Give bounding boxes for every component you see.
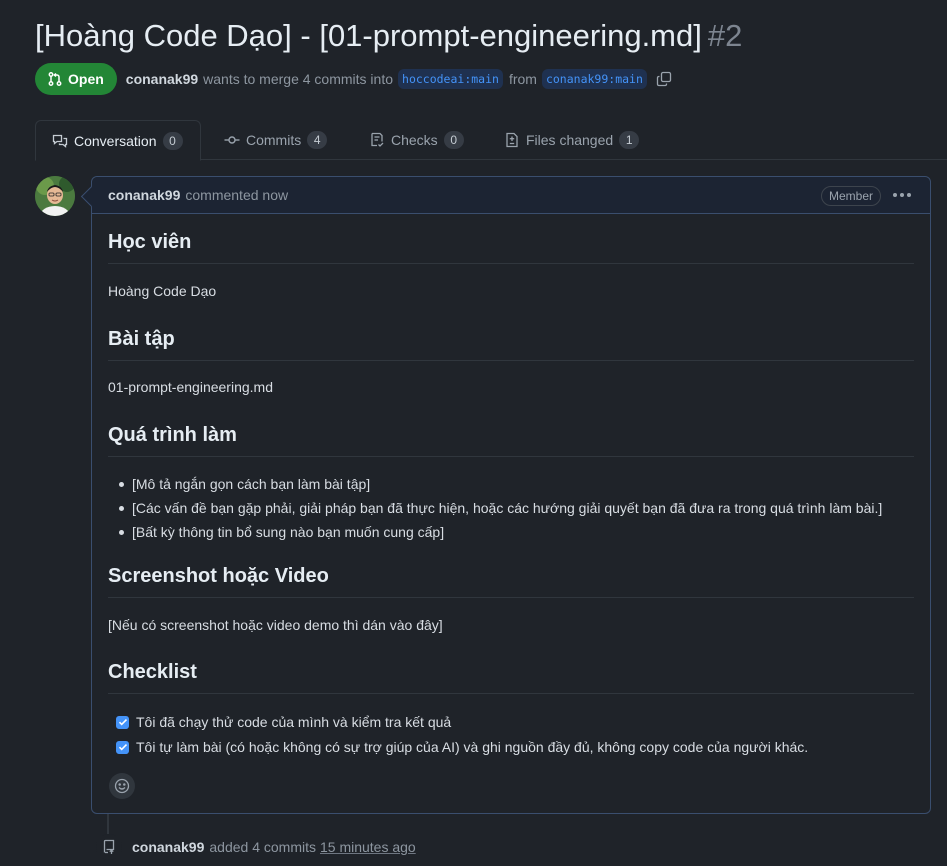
merge-text: wants to merge 4 commits into	[203, 71, 394, 87]
repo-push-icon	[96, 834, 122, 860]
avatar[interactable]	[35, 176, 75, 216]
git-commit-icon	[224, 136, 240, 144]
process-heading: Quá trình làm	[108, 423, 914, 457]
comment-action: commented now	[185, 187, 289, 203]
checklist-icon	[371, 132, 384, 147]
task-item: Tôi tự làm bài (có hoặc không có sự trợ …	[108, 737, 914, 757]
check-icon	[118, 719, 127, 726]
event-time-link[interactable]: 15 minutes ago	[320, 839, 416, 855]
copy-icon[interactable]	[656, 71, 672, 87]
list-item: [Mô tả ngắn gọn cách bạn làm bài tập]	[108, 474, 914, 494]
screenshot-heading: Screenshot hoặc Video	[108, 564, 914, 598]
task-item: Tôi đã chạy thử code của mình và kiểm tr…	[108, 712, 914, 732]
from-text: from	[508, 71, 537, 87]
pr-title: [Hoàng Code Dạo] - [01-prompt-engineerin…	[35, 14, 742, 58]
tab-checks[interactable]: Checks 0	[369, 120, 464, 160]
tab-counter: 0	[443, 131, 464, 149]
tab-label: Checks	[391, 132, 438, 148]
timeline-line	[107, 814, 109, 834]
tab-counter: 1	[619, 131, 640, 149]
task-label: Tôi đã chạy thử code của mình và kiểm tr…	[136, 714, 452, 730]
comment-box: conanak99 commented now Member Học viên …	[91, 176, 931, 814]
exercise-heading: Bài tập	[108, 327, 914, 361]
task-checkbox[interactable]	[116, 715, 129, 729]
tab-files-changed[interactable]: Files changed 1	[504, 120, 640, 160]
pr-title-text: [Hoàng Code Dạo] - [01-prompt-engineerin…	[35, 18, 702, 53]
comment-header: conanak99 commented now Member	[92, 177, 930, 214]
smiley-icon	[114, 778, 130, 794]
base-branch[interactable]: hoccodeai:main	[398, 69, 503, 89]
tab-label: Commits	[246, 132, 302, 148]
task-checkbox[interactable]	[116, 740, 129, 754]
pr-number: #2	[707, 18, 743, 53]
kebab-menu-icon[interactable]	[893, 186, 911, 204]
tab-counter: 0	[162, 131, 183, 150]
pr-tabs: Conversation 0 Commits 4 Checks 0 Files …	[35, 120, 947, 161]
pr-meta: Open conanak99 wants to merge 4 commits …	[35, 63, 672, 95]
process-list: [Mô tả ngắn gọn cách bạn làm bài tập] [C…	[108, 474, 914, 542]
comment-discussion-icon	[52, 134, 68, 148]
student-name: Hoàng Code Dạo	[108, 283, 217, 299]
tab-counter: 4	[307, 131, 328, 149]
list-item: [Bất kỳ thông tin bổ sung nào bạn muốn c…	[108, 522, 914, 542]
comment-author-link[interactable]: conanak99	[108, 187, 180, 203]
task-label: Tôi tự làm bài (có hoặc không có sự trợ …	[136, 739, 809, 755]
state-badge: Open	[35, 63, 117, 95]
screenshot-text: [Nếu có screenshot hoặc video demo thì d…	[108, 617, 443, 633]
tab-label: Conversation	[74, 132, 157, 149]
timeline-event: conanak99 added 4 commits 15 minutes ago	[96, 834, 416, 860]
student-heading: Học viên	[108, 230, 914, 264]
git-pull-request-icon	[48, 72, 62, 86]
checklist-heading: Checklist	[108, 660, 914, 694]
exercise-file: 01-prompt-engineering.md	[108, 379, 273, 395]
add-reaction-button[interactable]	[109, 773, 135, 799]
event-author-link[interactable]: conanak99	[132, 839, 204, 855]
tab-label: Files changed	[526, 132, 614, 148]
state-label: Open	[68, 71, 104, 87]
pr-author-link[interactable]: conanak99	[126, 71, 198, 87]
tab-commits[interactable]: Commits 4	[224, 120, 328, 160]
list-item: [Các vấn đề bạn gặp phải, giải pháp bạn …	[108, 498, 914, 518]
file-diff-icon	[506, 132, 518, 148]
head-branch[interactable]: conanak99:main	[541, 69, 647, 89]
comment-body: Học viên Hoàng Code Dạo Bài tập 01-promp…	[92, 214, 930, 757]
tab-conversation[interactable]: Conversation 0	[35, 120, 201, 161]
check-icon	[118, 744, 127, 751]
checklist: Tôi đã chạy thử code của mình và kiểm tr…	[108, 712, 914, 757]
member-badge: Member	[820, 186, 881, 206]
event-action: added 4 commits	[209, 839, 316, 855]
